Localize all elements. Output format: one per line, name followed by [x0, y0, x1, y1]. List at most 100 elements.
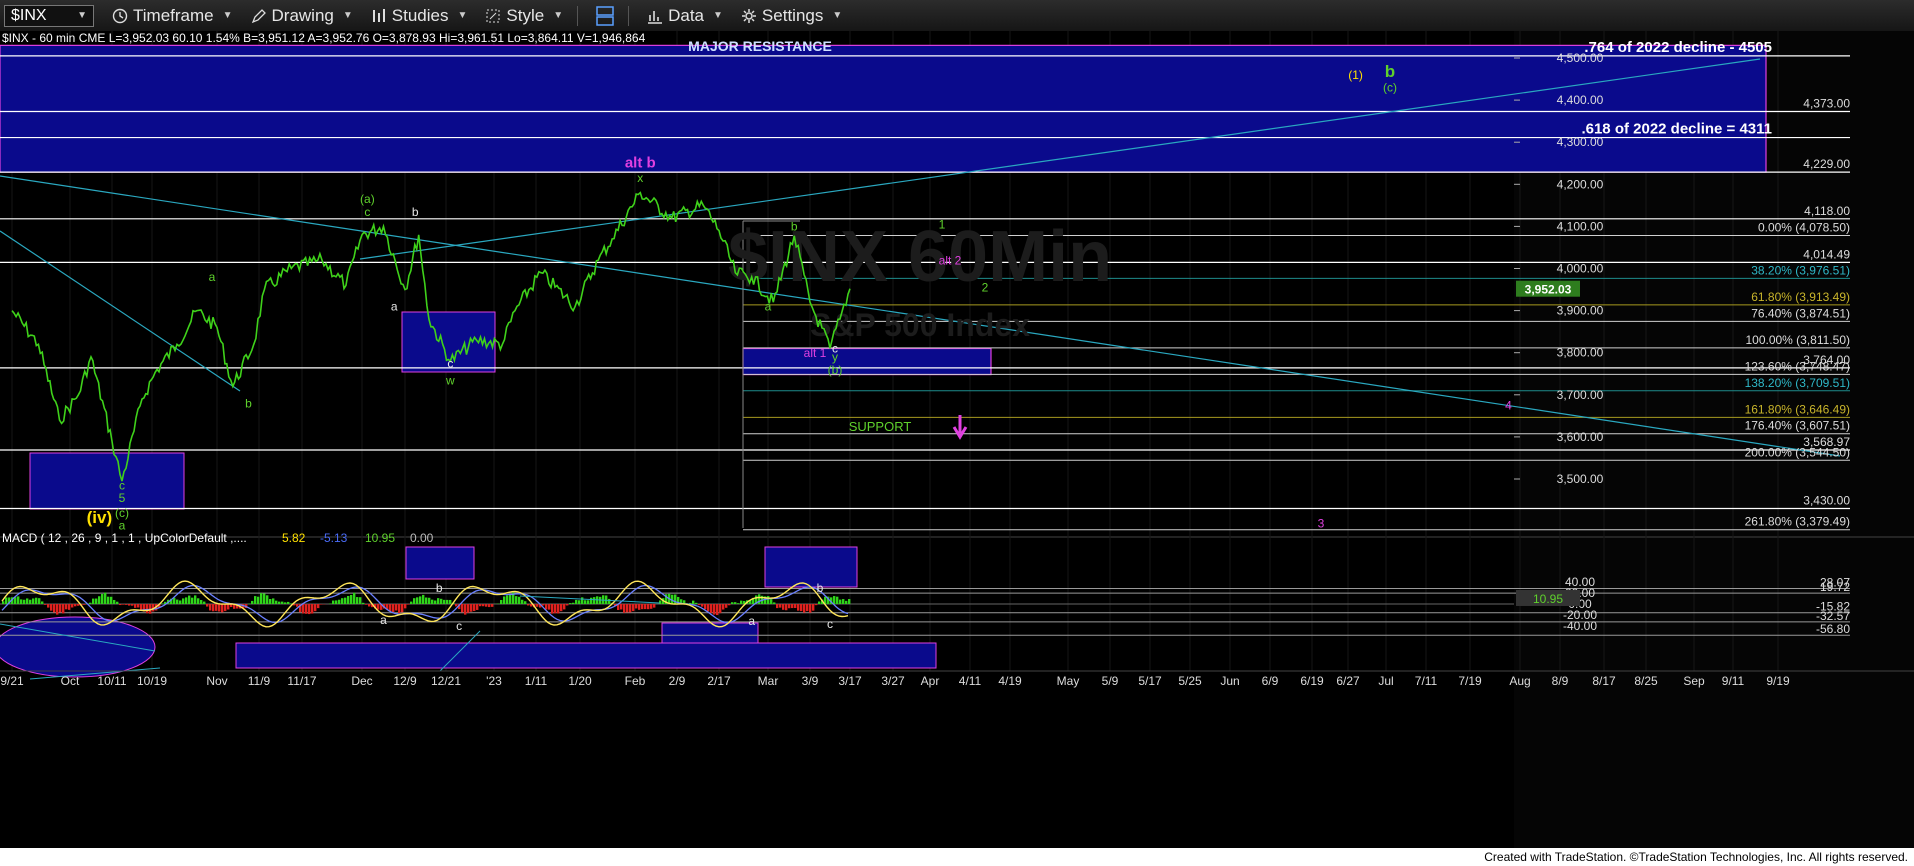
macd-histogram-bar — [815, 604, 818, 606]
level-label: 4,118.00 — [1804, 204, 1850, 218]
macd-histogram-bar — [41, 601, 44, 604]
macd-histogram-bar — [38, 598, 41, 604]
level-label: 3,430.00 — [1803, 493, 1850, 507]
macd-histogram-bar — [272, 598, 275, 604]
macd-histogram-bar — [791, 604, 794, 609]
macd-histogram-bar — [500, 599, 503, 604]
macd-histogram-bar — [419, 596, 422, 604]
macd-histogram-bar — [572, 602, 575, 604]
macd-histogram-bar — [632, 604, 635, 612]
wave-label: 5 — [119, 491, 126, 505]
bar-chart-icon — [648, 10, 663, 24]
pencil-icon — [251, 8, 266, 23]
macd-histogram-bar — [347, 595, 350, 604]
date-tick-label: Sep — [1683, 674, 1705, 688]
macd-histogram-bar — [353, 592, 356, 604]
macd-histogram-bar — [536, 604, 539, 607]
date-tick-label: May — [1057, 674, 1080, 688]
macd-histogram-bar — [134, 604, 137, 608]
macd-histogram-bar — [809, 604, 812, 613]
macd-histogram-bar — [578, 600, 581, 604]
macd-histogram-bar — [593, 597, 596, 604]
macd-histogram-bar — [389, 604, 392, 612]
date-tick-label: 8/9 — [1552, 674, 1569, 688]
clock-icon — [112, 8, 128, 23]
macd-histogram-bar — [194, 595, 197, 604]
macd-histogram-bar — [776, 604, 779, 609]
macd-histogram-bar — [692, 600, 695, 604]
macd-histogram-bar — [140, 604, 143, 610]
macd-histogram-bar — [647, 604, 650, 610]
macd-histogram-bar — [542, 604, 545, 606]
macd-histogram-bar — [266, 595, 269, 604]
macd-histogram-bar — [428, 597, 431, 604]
timeframe-menu[interactable]: Timeframe ▼ — [112, 6, 233, 26]
macd-wave-label: c — [827, 617, 833, 631]
macd-histogram-bar — [416, 597, 419, 604]
macd-histogram-bar — [281, 601, 284, 604]
macd-current-label: 10.95 — [1533, 592, 1563, 606]
macd-histogram-bar — [128, 604, 131, 606]
studies-icon — [372, 8, 385, 22]
macd-histogram-bar — [101, 593, 104, 604]
macd-histogram-bar — [545, 604, 548, 610]
macd-histogram-bar — [443, 599, 446, 604]
timeframe-label: Timeframe — [133, 5, 214, 25]
wave-label: b — [1385, 62, 1395, 81]
date-tick-label: Jul — [1378, 674, 1393, 688]
resistance-zone-label: MAJOR RESISTANCE — [688, 38, 832, 54]
wave-label: alt b — [625, 154, 656, 171]
macd-box-b-dec — [405, 546, 475, 580]
macd-histogram-bar — [806, 604, 809, 612]
data-menu[interactable]: Data ▼ — [647, 6, 723, 26]
date-tick-label: Dec — [351, 674, 372, 688]
macd-histogram-bar — [797, 604, 800, 611]
macd-histogram-bar — [191, 597, 194, 604]
macd-histogram-bar — [23, 599, 26, 604]
studies-menu[interactable]: Studies ▼ — [371, 6, 467, 26]
macd-histogram-bar — [707, 604, 710, 612]
macd-histogram-bar — [698, 604, 701, 606]
price-tick-label: 3,500.00 — [1557, 472, 1604, 486]
macd-histogram-bar — [278, 601, 281, 604]
level-label: 4,229.00 — [1803, 157, 1850, 171]
level-label: 138.20% (3,709.51) — [1745, 376, 1850, 390]
macd-histogram-bar — [83, 604, 86, 605]
macd-histogram-bar — [17, 596, 20, 604]
price-tick-label: 3,600.00 — [1557, 430, 1604, 444]
macd-histogram-bar — [659, 600, 662, 604]
macd-histogram-bar — [269, 599, 272, 604]
level-label: 200.00% (3,544.50) — [1745, 445, 1850, 459]
price-chart[interactable]: $INX 60MinS&P 500 Index alt bx(a)c bacwab… — [0, 31, 1914, 848]
macd-histogram-bar — [317, 604, 320, 609]
wave-label: (1) — [1348, 68, 1363, 82]
macd-histogram-bar — [470, 604, 473, 612]
macd-histogram-bar — [584, 600, 587, 604]
settings-menu[interactable]: Settings ▼ — [741, 6, 842, 26]
copyright-text: Created with TradeStation. ©TradeStation… — [1484, 850, 1908, 864]
wave-label: b — [245, 396, 252, 410]
wave-label: c — [447, 356, 453, 370]
layout-button[interactable] — [596, 5, 614, 26]
date-tick-label: Aug — [1509, 674, 1530, 688]
style-icon — [486, 9, 500, 22]
macd-histogram-bar — [485, 604, 488, 607]
date-tick-label: Jun — [1220, 674, 1239, 688]
style-menu[interactable]: Style ▼ — [485, 6, 563, 26]
macd-wave-label: a — [748, 614, 755, 628]
date-tick-label: Apr — [921, 674, 940, 688]
macd-histogram-bar — [71, 604, 74, 608]
symbol-input[interactable]: $INX ▼ — [4, 4, 94, 27]
macd-axis-label: -40.00 — [1563, 619, 1597, 633]
macd-histogram-bar — [623, 604, 626, 613]
wave-label: (c) — [1383, 81, 1397, 95]
macd-histogram-bar — [569, 603, 572, 604]
macd-histogram-bar — [521, 599, 524, 604]
support-box-oct — [29, 452, 185, 510]
macd-histogram-bar — [59, 604, 62, 613]
macd-histogram-bar — [92, 598, 95, 604]
macd-histogram-bar — [482, 604, 485, 607]
macd-histogram-bar — [47, 604, 50, 608]
macd-histogram-bar — [425, 597, 428, 604]
drawing-menu[interactable]: Drawing ▼ — [251, 6, 353, 26]
